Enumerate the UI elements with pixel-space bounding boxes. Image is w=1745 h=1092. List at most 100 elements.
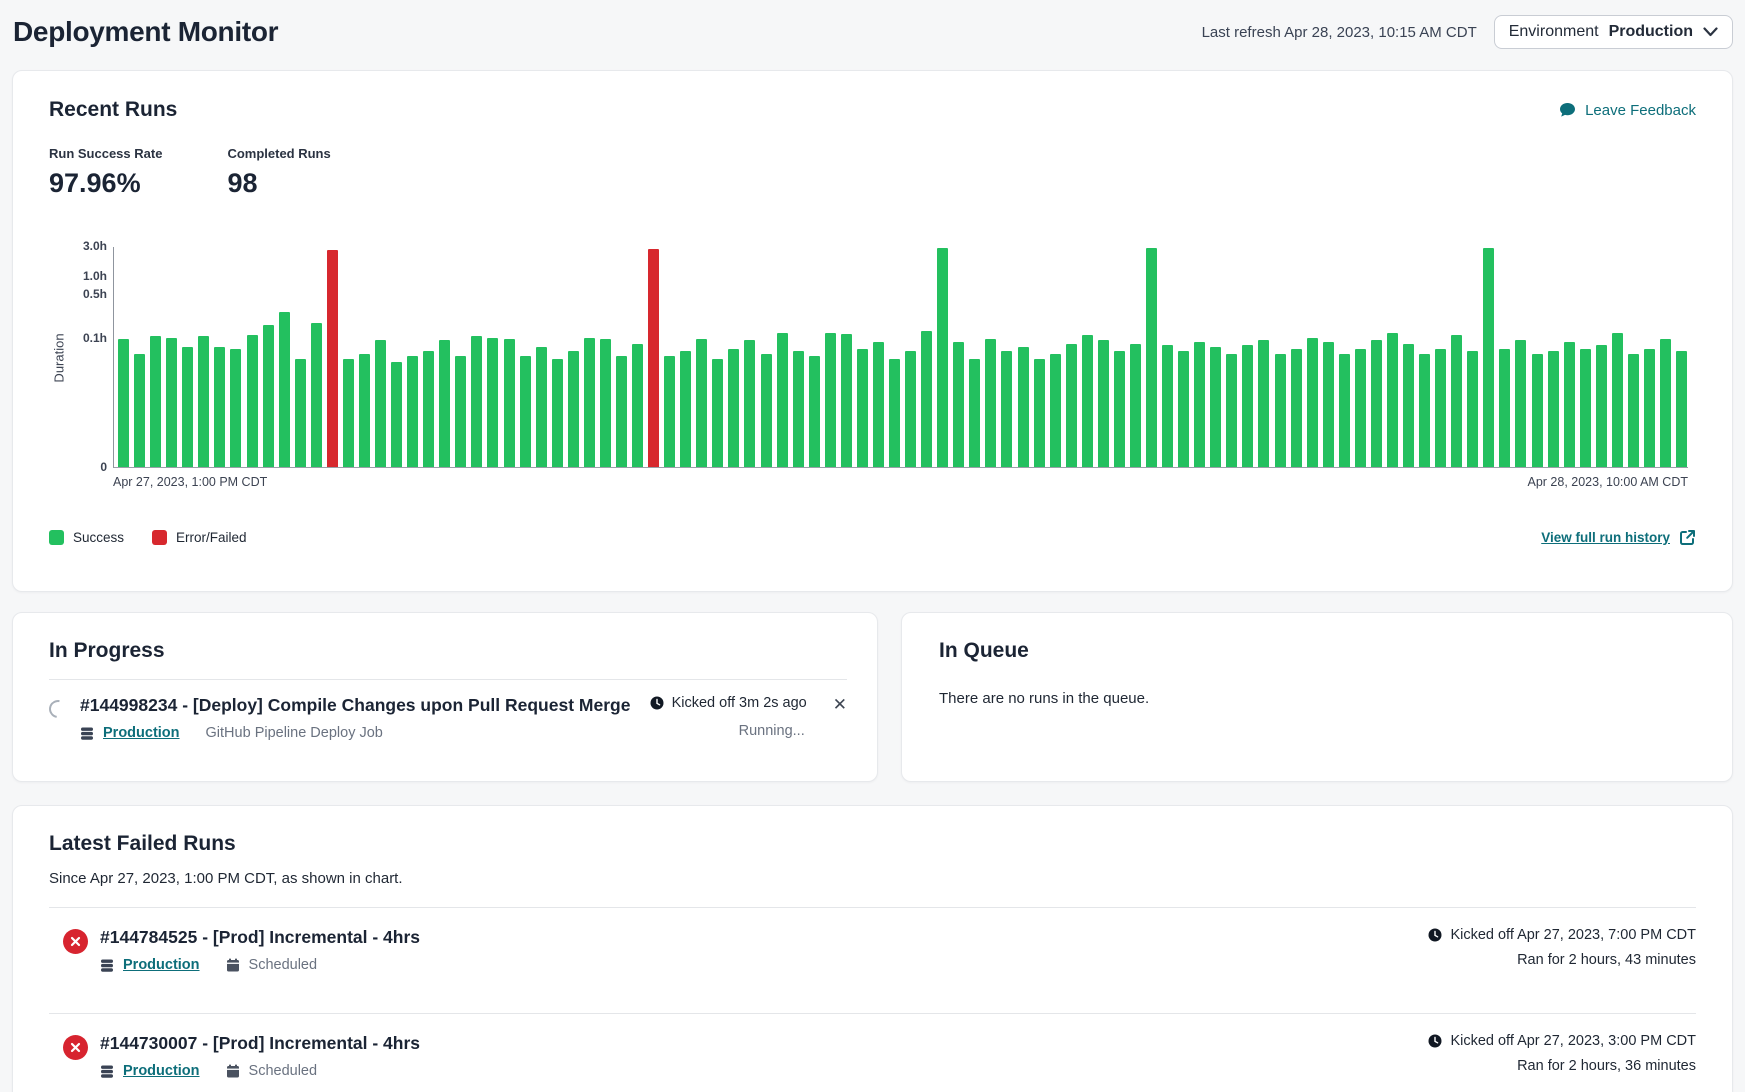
- view-full-run-history-link[interactable]: View full run history: [1541, 529, 1696, 546]
- chart-bar-success[interactable]: [969, 359, 980, 467]
- chart-bar-success[interactable]: [1275, 354, 1286, 467]
- environment-link[interactable]: Production: [123, 1063, 200, 1079]
- chart-bar-success[interactable]: [1066, 344, 1077, 467]
- chart-bar-success[interactable]: [118, 339, 129, 467]
- chart-bar-success[interactable]: [1114, 351, 1125, 467]
- chart-bar-success[interactable]: [1467, 351, 1478, 467]
- chart-bar-success[interactable]: [905, 351, 916, 467]
- chart-bar-success[interactable]: [616, 356, 627, 467]
- chart-bar-success[interactable]: [230, 349, 241, 467]
- chart-bar-success[interactable]: [504, 339, 515, 467]
- chart-bar-success[interactable]: [1419, 354, 1430, 467]
- chart-bar-success[interactable]: [809, 356, 820, 467]
- leave-feedback-link[interactable]: Leave Feedback: [1559, 102, 1696, 119]
- chart-bar-success[interactable]: [1034, 359, 1045, 467]
- chart-bar-success[interactable]: [423, 351, 434, 467]
- chart-bar-success[interactable]: [841, 334, 852, 467]
- chart-bar-failed[interactable]: [648, 249, 659, 467]
- chart-bar-success[interactable]: [1628, 354, 1639, 467]
- chart-bar-success[interactable]: [937, 248, 948, 467]
- chart-bar-success[interactable]: [552, 359, 563, 467]
- chart-bar-success[interactable]: [1387, 333, 1398, 467]
- chart-bar-success[interactable]: [1242, 345, 1253, 467]
- chart-bar-success[interactable]: [1339, 354, 1350, 467]
- chart-bar-success[interactable]: [1612, 333, 1623, 467]
- chart-bar-success[interactable]: [873, 342, 884, 467]
- chart-bar-success[interactable]: [680, 351, 691, 467]
- chart-bar-success[interactable]: [166, 338, 177, 468]
- chart-bar-success[interactable]: [359, 354, 370, 467]
- chart-bar-success[interactable]: [985, 339, 996, 467]
- chart-bar-success[interactable]: [487, 338, 498, 468]
- chart-bar-success[interactable]: [471, 336, 482, 467]
- chart-bar-success[interactable]: [664, 356, 675, 467]
- environment-link[interactable]: Production: [123, 957, 200, 973]
- chart-bar-success[interactable]: [696, 339, 707, 467]
- chart-bar-success[interactable]: [1483, 248, 1494, 467]
- chart-bar-success[interactable]: [1291, 349, 1302, 467]
- chart-bar-success[interactable]: [632, 344, 643, 467]
- close-icon[interactable]: ✕: [833, 695, 847, 741]
- chart-bar-success[interactable]: [1532, 354, 1543, 467]
- chart-bar-success[interactable]: [1515, 340, 1526, 467]
- chart-bar-success[interactable]: [1403, 344, 1414, 467]
- chart-bar-success[interactable]: [1001, 351, 1012, 467]
- chart-bar-success[interactable]: [1130, 344, 1141, 467]
- chart-bar-success[interactable]: [311, 323, 322, 467]
- chart-bar-success[interactable]: [1660, 339, 1671, 467]
- chart-bar-success[interactable]: [1580, 349, 1591, 467]
- chart-bar-success[interactable]: [1162, 345, 1173, 467]
- chart-bar-success[interactable]: [1596, 345, 1607, 467]
- chart-bar-success[interactable]: [1098, 340, 1109, 467]
- chart-bar-success[interactable]: [889, 359, 900, 467]
- chart-bar-success[interactable]: [134, 354, 145, 467]
- chart-bar-success[interactable]: [1018, 347, 1029, 467]
- chart-bar-success[interactable]: [777, 333, 788, 467]
- chart-bar-success[interactable]: [953, 342, 964, 467]
- chart-bar-success[interactable]: [1178, 351, 1189, 467]
- chart-bar-success[interactable]: [728, 349, 739, 467]
- chart-bar-success[interactable]: [712, 359, 723, 467]
- chart-bar-success[interactable]: [1082, 335, 1093, 467]
- chart-bar-success[interactable]: [793, 351, 804, 467]
- chart-bar-success[interactable]: [1371, 340, 1382, 467]
- chart-bar-success[interactable]: [1435, 349, 1446, 467]
- chart-bar-success[interactable]: [391, 362, 402, 467]
- chart-bar-success[interactable]: [375, 340, 386, 467]
- chart-bar-success[interactable]: [584, 338, 595, 468]
- chart-bar-success[interactable]: [1499, 349, 1510, 467]
- chart-bar-success[interactable]: [1307, 338, 1318, 468]
- chart-bar-success[interactable]: [1194, 342, 1205, 467]
- chart-bar-success[interactable]: [343, 359, 354, 467]
- chart-bar-success[interactable]: [1050, 354, 1061, 467]
- chart-bar-success[interactable]: [921, 331, 932, 468]
- chart-bar-success[interactable]: [1146, 248, 1157, 467]
- chart-bar-success[interactable]: [761, 354, 772, 467]
- chart-bar-success[interactable]: [439, 340, 450, 467]
- chart-bar-success[interactable]: [1548, 351, 1559, 467]
- chart-bar-success[interactable]: [1355, 349, 1366, 467]
- environment-link[interactable]: Production: [103, 725, 180, 741]
- chart-bar-success[interactable]: [455, 356, 466, 467]
- chart-bar-success[interactable]: [407, 356, 418, 467]
- chart-bar-success[interactable]: [520, 356, 531, 467]
- chart-bar-success[interactable]: [1644, 349, 1655, 467]
- chart-bar-success[interactable]: [263, 325, 274, 467]
- chart-bar-success[interactable]: [1564, 342, 1575, 467]
- chart-bar-success[interactable]: [857, 349, 868, 467]
- chart-bar-failed[interactable]: [327, 250, 338, 467]
- chart-bar-success[interactable]: [1323, 342, 1334, 467]
- chart-bar-success[interactable]: [825, 333, 836, 467]
- chart-bar-success[interactable]: [279, 312, 290, 467]
- chart-bar-success[interactable]: [1451, 335, 1462, 467]
- chart-bar-success[interactable]: [295, 359, 306, 467]
- chart-bar-success[interactable]: [182, 347, 193, 467]
- chart-bar-success[interactable]: [1258, 340, 1269, 467]
- chart-bar-success[interactable]: [198, 336, 209, 467]
- chart-bar-success[interactable]: [150, 336, 161, 467]
- chart-bar-success[interactable]: [568, 351, 579, 467]
- chart-bar-success[interactable]: [1676, 351, 1687, 467]
- chart-bar-success[interactable]: [744, 340, 755, 467]
- chart-bar-success[interactable]: [1210, 347, 1221, 467]
- chart-bar-success[interactable]: [247, 335, 258, 467]
